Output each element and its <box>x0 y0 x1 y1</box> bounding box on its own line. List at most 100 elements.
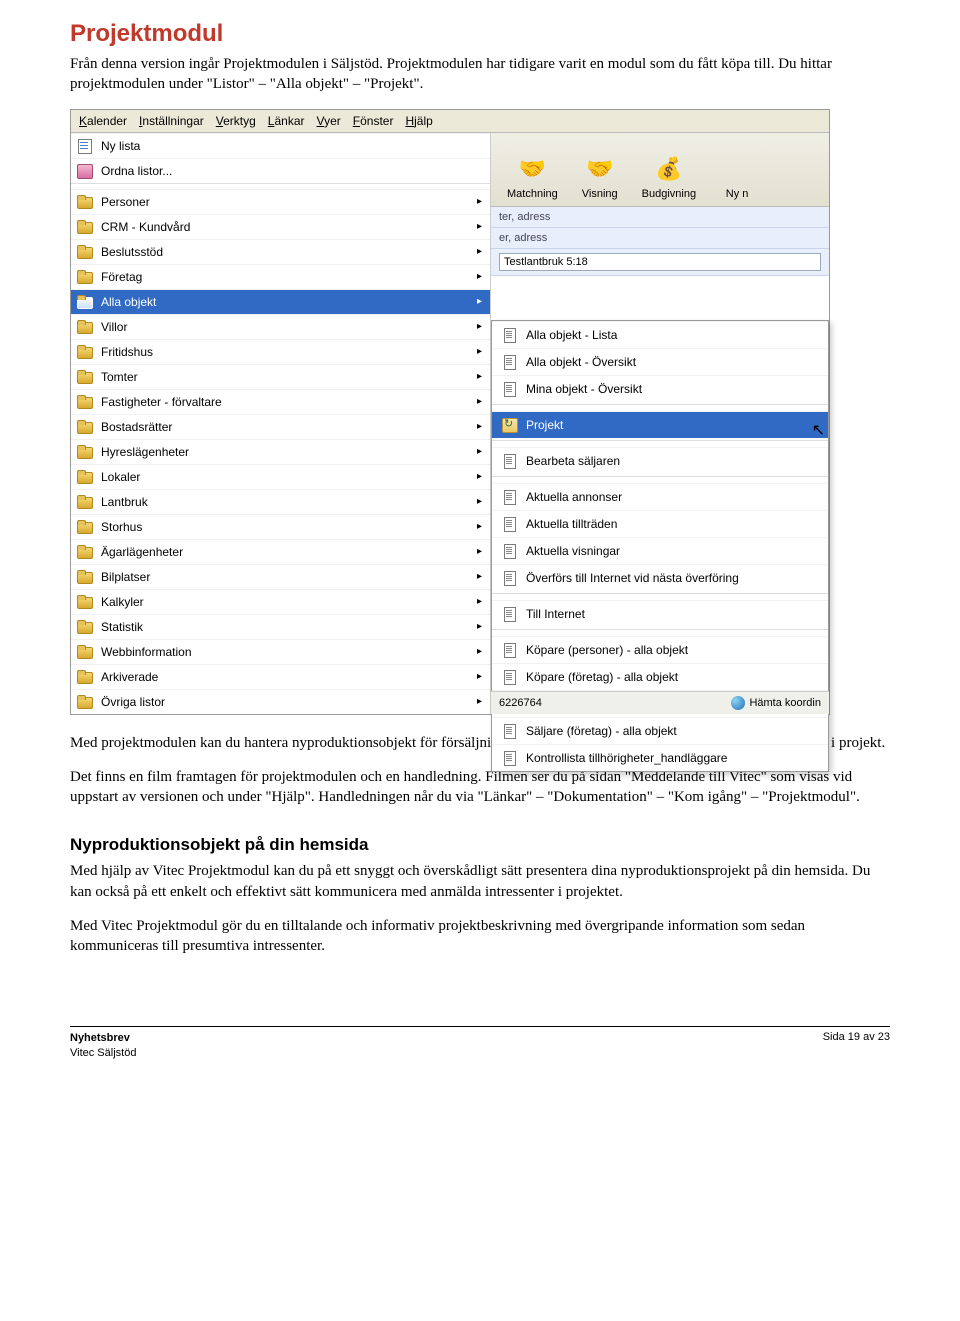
menu-item-lantbruk[interactable]: Lantbruk▸ <box>71 489 490 514</box>
menu-item-personer[interactable]: Personer▸ <box>71 189 490 214</box>
toolbar-icon <box>720 152 754 186</box>
submenu-kontrollista-tillhörigheter-handläggare[interactable]: Kontrollista tillhörigheter_handläggare <box>492 744 828 771</box>
toolbar-ny n[interactable]: Ny n <box>720 152 754 200</box>
menu-item-alla-objekt[interactable]: Alla objekt▸ <box>71 289 490 314</box>
menu-item-ny-lista[interactable]: Ny lista <box>71 133 490 158</box>
chevron-right-icon: ▸ <box>477 421 482 432</box>
page-title: Projektmodul <box>70 20 890 48</box>
menu-item-statistik[interactable]: Statistik▸ <box>71 614 490 639</box>
chevron-right-icon: ▸ <box>477 521 482 532</box>
document-icon <box>502 670 518 684</box>
app-screenshot: KalenderInställningarVerktygLänkarVyerFö… <box>70 109 830 715</box>
folder-icon <box>77 470 93 484</box>
listor-menu[interactable]: Ny listaOrdna listor... Personer▸CRM - Ku… <box>71 133 491 714</box>
submenu-till-internet[interactable]: Till Internet <box>492 600 828 627</box>
submenu-alla-objekt-översikt[interactable]: Alla objekt - Översikt <box>492 348 828 375</box>
list-icon <box>77 139 93 153</box>
menu-item-storhus[interactable]: Storhus▸ <box>71 514 490 539</box>
globe-icon <box>731 696 745 710</box>
chevron-right-icon: ▸ <box>477 321 482 332</box>
folder-icon <box>77 270 93 284</box>
app-statusbar: 6226764 Hämta koordin <box>491 691 829 714</box>
chevron-right-icon: ▸ <box>477 446 482 457</box>
search-suffix-1: ter, adress <box>499 211 557 223</box>
document-icon <box>502 517 518 531</box>
chevron-right-icon: ▸ <box>477 646 482 657</box>
toolbar-budgivning[interactable]: 💰Budgivning <box>642 152 696 200</box>
submenu-mina-objekt-översikt[interactable]: Mina objekt - Översikt <box>492 375 828 402</box>
cursor-icon: ↖ <box>812 420 825 440</box>
menu-item-tomter[interactable]: Tomter▸ <box>71 364 490 389</box>
menu-item-villor[interactable]: Villor▸ <box>71 314 490 339</box>
menu-länkar[interactable]: Länkar <box>264 112 309 130</box>
section-heading: Nyproduktionsobjekt på din hemsida <box>70 835 890 855</box>
folder-icon <box>77 320 93 334</box>
coord-value: 6226764 <box>499 697 542 709</box>
submenu-alla-objekt-lista[interactable]: Alla objekt - Lista <box>492 321 828 348</box>
menubar[interactable]: KalenderInställningarVerktygLänkarVyerFö… <box>71 110 829 133</box>
menu-item-ordna-listor-[interactable]: Ordna listor... <box>71 158 490 183</box>
folder-icon <box>77 420 93 434</box>
menu-fönster[interactable]: Fönster <box>349 112 398 130</box>
document-icon <box>502 490 518 504</box>
document-icon <box>502 643 518 657</box>
chevron-right-icon: ▸ <box>477 596 482 607</box>
document-icon <box>502 328 518 342</box>
document-icon <box>502 724 518 738</box>
page-number: Sida 19 av 23 <box>823 1031 890 1060</box>
body-paragraph: Det finns en film framtagen för projektm… <box>70 767 890 808</box>
folder-icon <box>77 520 93 534</box>
menu-item-webbinformation[interactable]: Webbinformation▸ <box>71 639 490 664</box>
menu-item-beslutsstöd[interactable]: Beslutsstöd▸ <box>71 239 490 264</box>
submenu-överförs-till-internet-vid-nästa-överföring[interactable]: Överförs till Internet vid nästa överför… <box>492 564 828 591</box>
org-icon <box>77 164 93 178</box>
submenu-köpare-personer-alla-objekt[interactable]: Köpare (personer) - alla objekt <box>492 636 828 663</box>
menu-item-kalkyler[interactable]: Kalkyler▸ <box>71 589 490 614</box>
menu-verktyg[interactable]: Verktyg <box>212 112 260 130</box>
search-area: ter, adress er, adress <box>491 207 829 276</box>
menu-item-fastigheter-förvaltare[interactable]: Fastigheter - förvaltare▸ <box>71 389 490 414</box>
menu-item-bilplatser[interactable]: Bilplatser▸ <box>71 564 490 589</box>
folder-icon <box>77 245 93 259</box>
menu-item-bostadsrätter[interactable]: Bostadsrätter▸ <box>71 414 490 439</box>
submenu-säljare-företag-alla-objekt[interactable]: Säljare (företag) - alla objekt <box>492 717 828 744</box>
toolbar-matchning[interactable]: 🤝Matchning <box>507 152 558 200</box>
document-icon <box>502 607 518 621</box>
submenu-aktuella-annonser[interactable]: Aktuella annonser <box>492 483 828 510</box>
folder-icon <box>77 545 93 559</box>
menu-item-ägarlägenheter[interactable]: Ägarlägenheter▸ <box>71 539 490 564</box>
submenu-aktuella-visningar[interactable]: Aktuella visningar <box>492 537 828 564</box>
submenu-aktuella-tillträden[interactable]: Aktuella tillträden <box>492 510 828 537</box>
menu-item-arkiverade[interactable]: Arkiverade▸ <box>71 664 490 689</box>
submenu-bearbeta-säljaren[interactable]: Bearbeta säljaren <box>492 447 828 474</box>
menu-vyer[interactable]: Vyer <box>313 112 345 130</box>
chevron-right-icon: ▸ <box>477 396 482 407</box>
chevron-right-icon: ▸ <box>477 271 482 282</box>
submenu-projekt[interactable]: Projekt <box>492 411 828 438</box>
menu-item-hyreslägenheter[interactable]: Hyreslägenheter▸ <box>71 439 490 464</box>
toolbar[interactable]: 🤝Matchning 🤝Visning 💰Budgivning Ny n <box>491 133 829 207</box>
chevron-right-icon: ▸ <box>477 221 482 232</box>
menu-inställningar[interactable]: Inställningar <box>135 112 208 130</box>
menu-item-crm-kundvård[interactable]: CRM - Kundvård▸ <box>71 214 490 239</box>
chevron-right-icon: ▸ <box>477 196 482 207</box>
folder-icon <box>77 295 93 309</box>
folder-icon <box>77 645 93 659</box>
submenu-köpare-företag-alla-objekt[interactable]: Köpare (företag) - alla objekt <box>492 663 828 690</box>
fetch-coord-link[interactable]: Hämta koordin <box>749 696 821 708</box>
toolbar-icon: 🤝 <box>583 152 617 186</box>
chevron-right-icon: ▸ <box>477 246 482 257</box>
menu-item-övriga-listor[interactable]: Övriga listor▸ <box>71 689 490 714</box>
toolbar-icon: 🤝 <box>515 152 549 186</box>
chevron-right-icon: ▸ <box>477 471 482 482</box>
menu-item-företag[interactable]: Företag▸ <box>71 264 490 289</box>
menu-item-lokaler[interactable]: Lokaler▸ <box>71 464 490 489</box>
search-input[interactable] <box>499 253 821 271</box>
toolbar-visning[interactable]: 🤝Visning <box>582 152 618 200</box>
folder-icon <box>77 195 93 209</box>
document-icon <box>502 382 518 396</box>
menu-item-fritidshus[interactable]: Fritidshus▸ <box>71 339 490 364</box>
chevron-right-icon: ▸ <box>477 371 482 382</box>
menu-kalender[interactable]: Kalender <box>75 112 131 130</box>
menu-hjälp[interactable]: Hjälp <box>401 112 436 130</box>
